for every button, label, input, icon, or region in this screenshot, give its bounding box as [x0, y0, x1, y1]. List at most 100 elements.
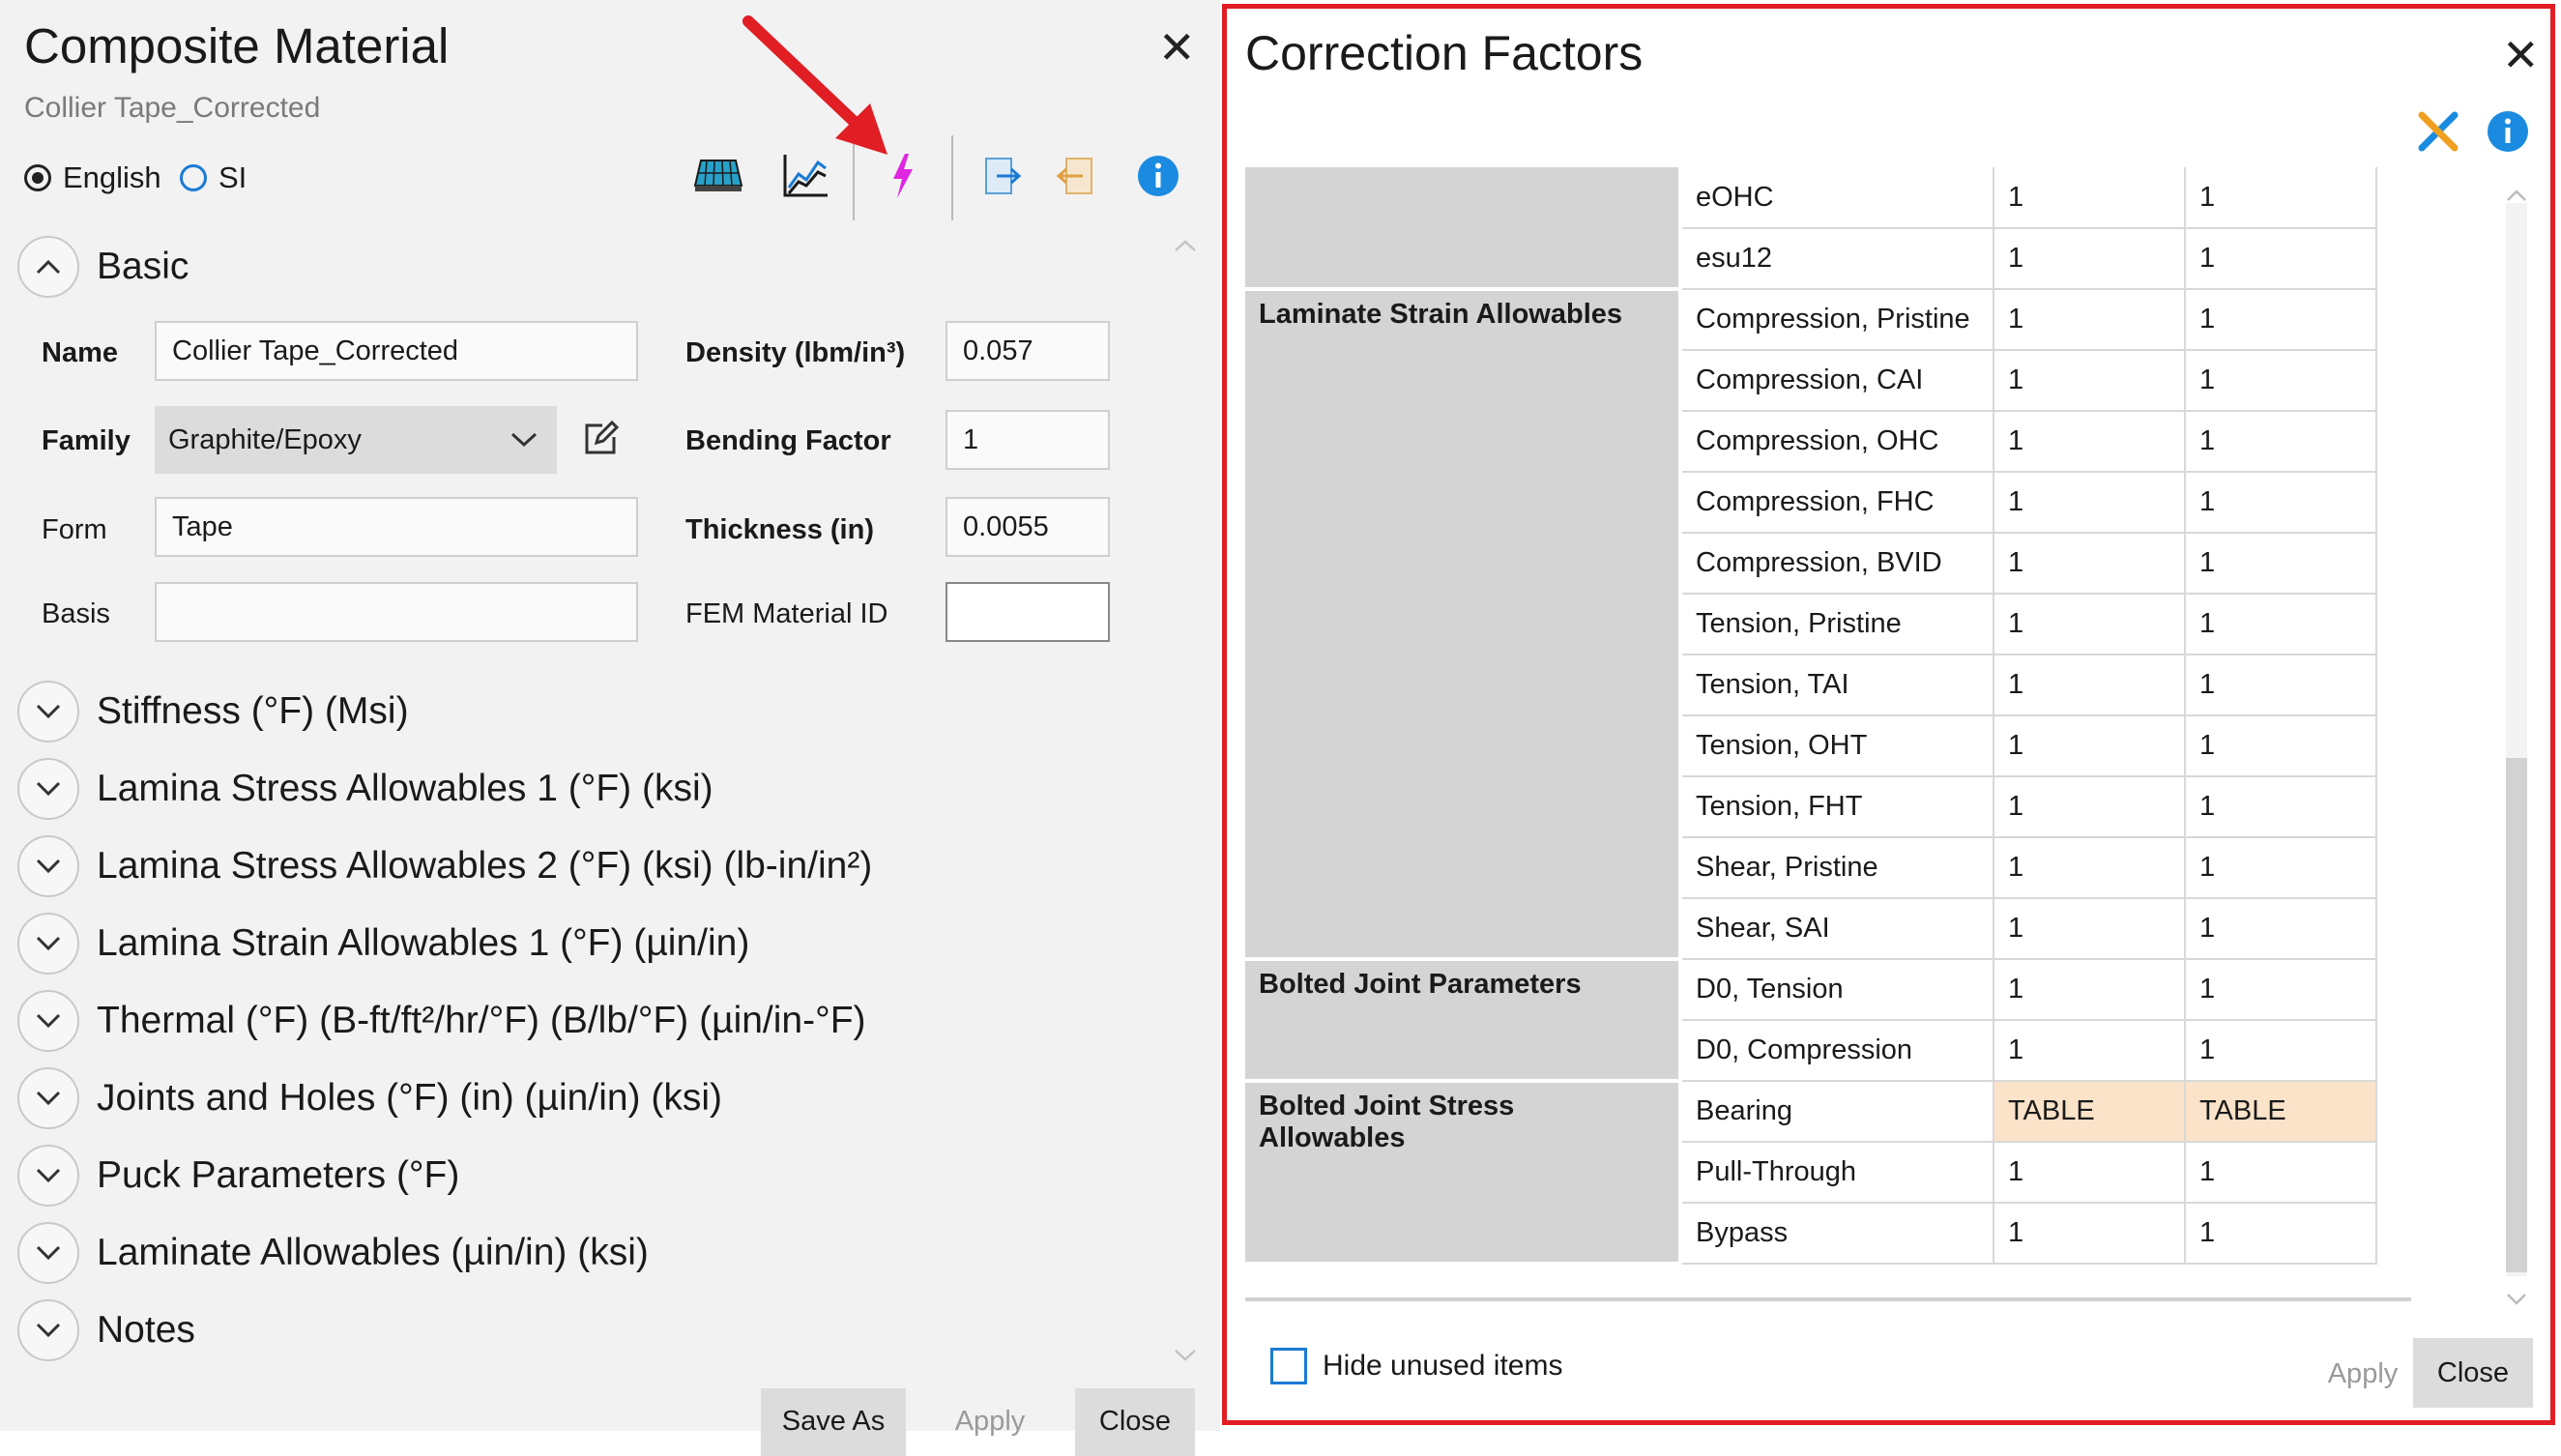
- name-field[interactable]: Collier Tape_Corrected: [155, 321, 638, 381]
- thickness-label: Thickness (in): [685, 514, 874, 545]
- close-button[interactable]: Close: [1075, 1388, 1195, 1456]
- edit-icon[interactable]: [571, 410, 629, 468]
- factor-cell[interactable]: 1: [1994, 411, 2186, 473]
- factor-cell[interactable]: 1: [1994, 776, 2186, 838]
- scroll-down-icon[interactable]: [1174, 1338, 1197, 1369]
- factor-cell[interactable]: 1: [2185, 594, 2377, 655]
- chevron-up-icon[interactable]: [17, 236, 79, 298]
- section-basic[interactable]: Basic: [17, 236, 189, 298]
- dialog-title: Correction Factors: [1245, 26, 1644, 80]
- radio-unselected-icon: [180, 164, 207, 191]
- factor-cell[interactable]: 1: [2185, 959, 2377, 1021]
- chevron-down-icon[interactable]: [17, 835, 79, 897]
- factor-cell[interactable]: 1: [2185, 533, 2377, 595]
- factor-cell[interactable]: 1: [1994, 594, 2186, 655]
- section-joints-and-holes[interactable]: Joints and Holes (°F) (in) (µin/in) (ksi…: [17, 1067, 722, 1129]
- factor-cell[interactable]: 1: [2185, 837, 2377, 899]
- factor-cell[interactable]: 1: [2185, 1020, 2377, 1082]
- basis-field[interactable]: [155, 582, 638, 642]
- radio-si[interactable]: SI: [180, 160, 247, 195]
- close-button[interactable]: Close: [2413, 1338, 2533, 1408]
- factor-cell[interactable]: 1: [1994, 655, 2186, 716]
- close-icon[interactable]: ✕: [2502, 33, 2540, 77]
- thickness-field[interactable]: 0.0055: [946, 497, 1110, 557]
- factor-cell[interactable]: 1: [1994, 1142, 2186, 1204]
- section-lamina-stress-allowables-1[interactable]: Lamina Stress Allowables 1 (°F) (ksi): [17, 758, 713, 820]
- section-stiffness[interactable]: Stiffness (°F) (Msi): [17, 681, 409, 743]
- radio-english[interactable]: English: [24, 160, 161, 195]
- density-field[interactable]: 0.057: [946, 321, 1110, 381]
- scroll-up-icon[interactable]: [1174, 228, 1197, 259]
- factor-cell[interactable]: 1: [1994, 898, 2186, 960]
- export-icon[interactable]: [974, 147, 1032, 205]
- factor-cell[interactable]: 1: [2185, 1203, 2377, 1265]
- scroll-down-icon[interactable]: [2506, 1282, 2527, 1313]
- family-dropdown[interactable]: Graphite/Epoxy: [155, 406, 557, 474]
- chevron-down-icon[interactable]: [17, 681, 79, 743]
- section-lamina-strain-allowables-1[interactable]: Lamina Strain Allowables 1 (°F) (µin/in): [17, 913, 749, 975]
- fem-material-id-field[interactable]: [946, 582, 1110, 642]
- factor-cell[interactable]: 1: [2185, 289, 2377, 351]
- factor-cell[interactable]: 1: [1994, 837, 2186, 899]
- item-label: Compression, CAI: [1680, 350, 1994, 412]
- factor-cell[interactable]: 1: [1994, 1203, 2186, 1265]
- vertical-scrollbar[interactable]: [2506, 203, 2527, 1276]
- section-puck-parameters[interactable]: Puck Parameters (°F): [17, 1145, 459, 1207]
- chevron-down-icon[interactable]: [17, 1222, 79, 1284]
- info-icon[interactable]: [2479, 102, 2537, 160]
- chevron-down-icon[interactable]: [17, 990, 79, 1052]
- factor-cell[interactable]: 1: [1994, 715, 2186, 777]
- factor-cell[interactable]: 1: [1994, 228, 2186, 290]
- section-label: Joints and Holes (°F) (in) (µin/in) (ksi…: [97, 1077, 723, 1119]
- chevron-down-icon[interactable]: [17, 1067, 79, 1129]
- factor-cell[interactable]: 1: [2185, 898, 2377, 960]
- chevron-down-icon[interactable]: [17, 1299, 79, 1361]
- close-icon[interactable]: ✕: [1158, 25, 1196, 70]
- chevron-down-icon[interactable]: [17, 1145, 79, 1207]
- factor-cell[interactable]: 1: [2185, 715, 2377, 777]
- chevron-down-icon[interactable]: [17, 758, 79, 820]
- save-as-button[interactable]: Save As: [761, 1388, 906, 1456]
- factor-cell[interactable]: 1: [1994, 533, 2186, 595]
- section-laminate-allowables[interactable]: Laminate Allowables (µin/in) (ksi): [17, 1222, 649, 1284]
- factor-cell[interactable]: 1: [1994, 289, 2186, 351]
- factor-cell[interactable]: 1: [1994, 167, 2186, 229]
- factor-cell[interactable]: 1: [1994, 1020, 2186, 1082]
- group-label: Bolted Joint Stress Allowables: [1245, 1081, 1682, 1266]
- scrollbar-thumb[interactable]: [2506, 758, 2527, 1272]
- factor-cell[interactable]: 1: [2185, 228, 2377, 290]
- item-label: Tension, Pristine: [1680, 594, 1994, 655]
- factor-cell[interactable]: 1: [2185, 776, 2377, 838]
- factor-cell[interactable]: 1: [1994, 350, 2186, 412]
- factor-cell[interactable]: 1: [2185, 472, 2377, 534]
- factor-cell[interactable]: 1: [1994, 959, 2186, 1021]
- form-field[interactable]: Tape: [155, 497, 638, 557]
- section-label: Lamina Stress Allowables 2 (°F) (ksi) (l…: [97, 845, 873, 887]
- section-notes[interactable]: Notes: [17, 1299, 195, 1361]
- hide-unused-checkbox[interactable]: [1270, 1348, 1307, 1384]
- factor-cell[interactable]: 1: [2185, 1142, 2377, 1204]
- red-arrow-annotation: [742, 15, 888, 155]
- section-thermal[interactable]: Thermal (°F) (B-ft/ft²/hr/°F) (B/lb/°F) …: [17, 990, 866, 1052]
- item-label: Compression, BVID: [1680, 533, 1994, 595]
- factor-cell[interactable]: 1: [2185, 167, 2377, 229]
- factor-cell[interactable]: 1: [2185, 655, 2377, 716]
- factor-cell[interactable]: TABLE: [2185, 1081, 2377, 1143]
- factor-cell[interactable]: TABLE: [1994, 1081, 2186, 1143]
- apply-button[interactable]: Apply: [921, 1388, 1059, 1456]
- radio-english-label: English: [63, 160, 161, 194]
- factor-cell[interactable]: 1: [1994, 472, 2186, 534]
- chevron-down-icon[interactable]: [17, 913, 79, 975]
- factor-cell[interactable]: 1: [2185, 411, 2377, 473]
- item-label: Compression, FHC: [1680, 472, 1994, 534]
- info-icon[interactable]: [1129, 147, 1187, 205]
- tools-icon[interactable]: [2409, 102, 2467, 160]
- bending-factor-field[interactable]: 1: [946, 410, 1110, 470]
- correction-factors-table: eOHC 1 1 esu12 1 1 Laminate Strain Allowables C…: [1245, 167, 2377, 1266]
- item-label: Shear, SAI: [1680, 898, 1994, 960]
- import-icon[interactable]: [1046, 147, 1104, 205]
- scroll-up-icon[interactable]: [2506, 178, 2527, 209]
- factor-cell[interactable]: 1: [2185, 350, 2377, 412]
- density-label: Density (lbm/in³): [685, 337, 906, 368]
- section-lamina-stress-allowables-2[interactable]: Lamina Stress Allowables 2 (°F) (ksi) (l…: [17, 835, 872, 897]
